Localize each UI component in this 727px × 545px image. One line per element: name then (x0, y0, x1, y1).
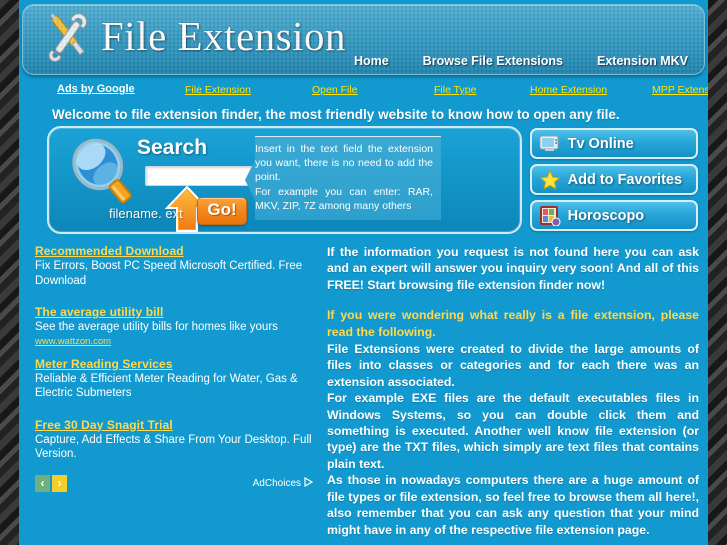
ad-unit[interactable]: Meter Reading Services Reliable & Effici… (35, 357, 313, 408)
article-paragraph: As those in nowadays computers there are… (327, 473, 699, 537)
site-header: File Extension Home Browse File Extensio… (22, 4, 705, 75)
ads-pager: ‹ › (35, 474, 67, 492)
nav-item-home[interactable]: Home (354, 54, 389, 68)
page-container: File Extension Home Browse File Extensio… (19, 0, 708, 545)
intro-paragraph: If the information you request is not fo… (327, 245, 699, 292)
ad-unit[interactable]: The average utility bill See the average… (35, 305, 313, 347)
ad-description: Capture, Add Effects & Share From Your D… (35, 433, 312, 461)
site-logo[interactable]: File Extension (37, 7, 346, 65)
callout-line-2: For example you can enter: RAR, MKV, ZIP… (255, 186, 433, 212)
add-to-favorites-label: Add to Favorites (567, 171, 683, 188)
adchoices-label: AdChoices (252, 477, 301, 489)
site-title: File Extension (101, 13, 347, 59)
adchoices-link[interactable]: AdChoices (252, 476, 314, 490)
ad-ghost-url (35, 401, 313, 408)
search-heading: Search (137, 136, 208, 159)
tv-online-label: Tv Online (567, 135, 634, 152)
ad-description: Reliable & Efficient Meter Reading for W… (35, 372, 298, 400)
nav-item-extension-mkv[interactable]: Extension MKV (597, 54, 688, 68)
horoscopo-label: Horoscopo (567, 207, 645, 224)
article-column: If the information you request is not fo… (327, 244, 699, 538)
adlink-open-file[interactable]: Open File (312, 84, 358, 96)
ad-description: See the average utility bills for homes … (35, 321, 278, 333)
ads-column: Recommended Download Fix Errors, Boost P… (35, 244, 314, 538)
horoscopo-button[interactable]: Horoscopo (529, 200, 698, 231)
ad-spacer (35, 408, 313, 418)
nav-item-browse-file-extensions[interactable]: Browse File Extensions (423, 54, 563, 68)
search-instructions-callout: Insert in the text field the extension y… (245, 136, 441, 220)
ad-title[interactable]: The average utility bill (35, 305, 313, 319)
tv-online-button[interactable]: Tv Online (529, 128, 698, 159)
content-columns: Recommended Download Fix Errors, Boost P… (19, 234, 708, 538)
ad-url[interactable]: www.wattzon.com (35, 336, 313, 347)
callout-line-1: Insert in the text field the extension y… (255, 143, 433, 183)
ad-title[interactable]: Meter Reading Services (35, 357, 313, 371)
horoscope-card-icon (539, 205, 561, 226)
search-panel: Search filename. ext Go! Insert in the t… (47, 126, 522, 234)
search-row: Search filename. ext Go! Insert in the t… (19, 126, 708, 234)
article-paragraph: For example EXE files are the default ex… (327, 391, 699, 471)
adlink-home-extension[interactable]: Home Extension (530, 84, 607, 96)
adlink-mpp-extension[interactable]: MPP Extension (652, 84, 708, 96)
ads-footer: ‹ › AdChoices (35, 474, 314, 492)
go-button[interactable]: Go! (197, 197, 247, 225)
ad-ghost-url (35, 462, 313, 469)
google-ads-link-strip: Ads by Google File Extension Open File F… (22, 77, 708, 101)
add-to-favorites-button[interactable]: Add to Favorites (529, 164, 698, 195)
ad-ghost-url (35, 288, 313, 295)
ad-unit[interactable]: Recommended Download Fix Errors, Boost P… (35, 244, 313, 295)
ads-by-google-label: Ads by Google (57, 83, 135, 95)
wrench-screwdriver-icon (37, 7, 99, 65)
article-paragraph: File Extensions were created to divide t… (327, 342, 699, 389)
tv-monitor-icon (539, 134, 561, 154)
ad-title[interactable]: Free 30 Day Snagit Trial (35, 418, 313, 432)
star-icon (538, 169, 561, 190)
ad-spacer (35, 347, 313, 357)
welcome-message: Welcome to file extension finder, the mo… (52, 107, 620, 122)
ad-unit[interactable]: Free 30 Day Snagit Trial Capture, Add Ef… (35, 418, 313, 469)
ad-title[interactable]: Recommended Download (35, 244, 313, 258)
adchoices-triangle-icon (304, 476, 314, 490)
main-nav: Home Browse File Extensions Extension MK… (354, 54, 688, 68)
ad-spacer (35, 295, 313, 305)
adlink-file-type[interactable]: File Type (434, 84, 476, 96)
filename-ext-label: filename. ext (109, 206, 183, 221)
section-heading: If you were wondering what really is a f… (327, 308, 699, 339)
adlink-file-extension[interactable]: File Extension (185, 84, 251, 96)
ads-prev-button[interactable]: ‹ (35, 474, 50, 492)
ads-next-button[interactable]: › (52, 474, 67, 492)
ad-description: Fix Errors, Boost PC Speed Microsoft Cer… (35, 260, 303, 287)
side-buttons: Tv Online Add to Favorites Horoscopo (529, 126, 698, 234)
